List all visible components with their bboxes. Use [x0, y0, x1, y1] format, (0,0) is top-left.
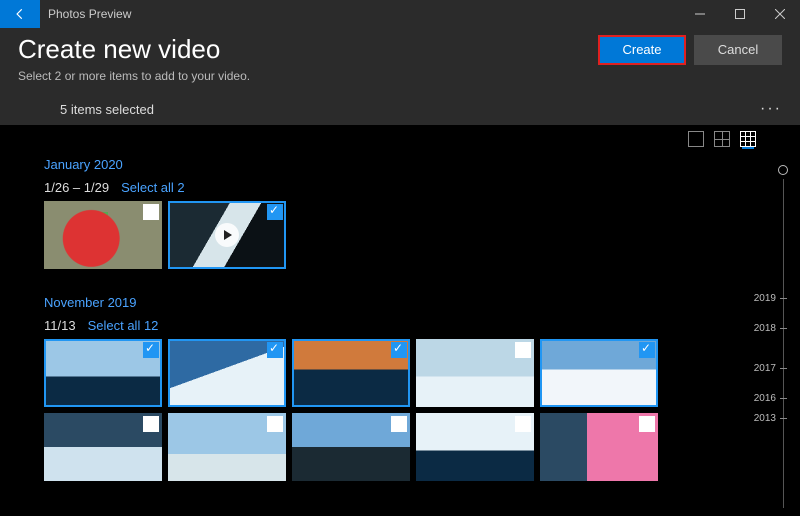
selection-count-label: 5 items selected	[60, 102, 154, 117]
selection-checkbox[interactable]	[143, 204, 159, 220]
close-button[interactable]	[760, 0, 800, 28]
group-header[interactable]: January 2020	[44, 157, 756, 172]
selection-checkbox[interactable]	[267, 342, 283, 358]
minimize-button[interactable]	[680, 0, 720, 28]
window-controls	[680, 0, 800, 28]
more-options-button[interactable]: ···	[760, 100, 782, 118]
selection-checkbox[interactable]	[391, 416, 407, 432]
date-range-label: 1/26 – 1/29	[44, 180, 109, 195]
timeline-knob[interactable]	[778, 165, 788, 175]
thumbnail[interactable]	[292, 413, 410, 481]
page-subtitle: Select 2 or more items to add to your vi…	[18, 69, 782, 83]
create-button[interactable]: Create	[598, 35, 686, 65]
selection-checkbox[interactable]	[143, 342, 159, 358]
timeline-year-label[interactable]: 2016	[754, 393, 776, 404]
thumbnail[interactable]	[540, 413, 658, 481]
thumbnail-row	[44, 339, 756, 407]
timeline-year-label[interactable]: 2013	[754, 413, 776, 424]
thumbnail[interactable]	[168, 413, 286, 481]
thumbnail[interactable]	[292, 339, 410, 407]
header: Create new video Create Cancel Select 2 …	[0, 28, 800, 93]
selection-checkbox[interactable]	[639, 416, 655, 432]
selection-checkbox[interactable]	[515, 416, 531, 432]
timeline-year-label[interactable]: 2017	[754, 363, 776, 374]
group-header[interactable]: November 2019	[44, 295, 756, 310]
selection-checkbox[interactable]	[639, 342, 655, 358]
play-icon	[215, 223, 239, 247]
view-dense-grid-icon[interactable]	[740, 131, 756, 147]
title-bar: Photos Preview	[0, 0, 800, 28]
content-area: January 2020 1/26 – 1/29 Select all 2 No…	[0, 125, 800, 516]
view-grid-icon[interactable]	[714, 131, 730, 147]
thumbnail[interactable]	[168, 339, 286, 407]
selection-checkbox[interactable]	[391, 342, 407, 358]
maximize-button[interactable]	[720, 0, 760, 28]
thumbnail[interactable]	[168, 201, 286, 269]
selection-checkbox[interactable]	[515, 342, 531, 358]
back-button[interactable]	[0, 0, 40, 28]
selection-status-bar: 5 items selected ···	[0, 93, 800, 125]
thumbnail[interactable]	[44, 413, 162, 481]
thumbnail[interactable]	[44, 201, 162, 269]
selection-checkbox[interactable]	[267, 416, 283, 432]
thumbnail-row	[44, 201, 756, 269]
selection-checkbox[interactable]	[143, 416, 159, 432]
timeline-year-label[interactable]: 2019	[754, 293, 776, 304]
app-title: Photos Preview	[48, 7, 680, 21]
thumbnail[interactable]	[44, 339, 162, 407]
date-range-label: 11/13	[44, 318, 76, 333]
thumbnail[interactable]	[540, 339, 658, 407]
thumbnail[interactable]	[416, 339, 534, 407]
cancel-button[interactable]: Cancel	[694, 35, 782, 65]
thumbnail-row	[44, 413, 756, 481]
page-title: Create new video	[18, 34, 590, 65]
timeline-rail	[783, 179, 784, 508]
timeline-scrubber[interactable]: 2019 2018 2017 2016 2013	[760, 165, 790, 508]
view-mode-toggle	[688, 131, 756, 147]
select-all-link[interactable]: Select all 2	[121, 180, 185, 195]
timeline-year-label[interactable]: 2018	[754, 323, 776, 334]
app-window: Photos Preview Create new video Create C…	[0, 0, 800, 516]
select-all-link[interactable]: Select all 12	[88, 318, 159, 333]
thumbnail[interactable]	[416, 413, 534, 481]
selection-checkbox[interactable]	[267, 204, 283, 220]
view-single-icon[interactable]	[688, 131, 704, 147]
